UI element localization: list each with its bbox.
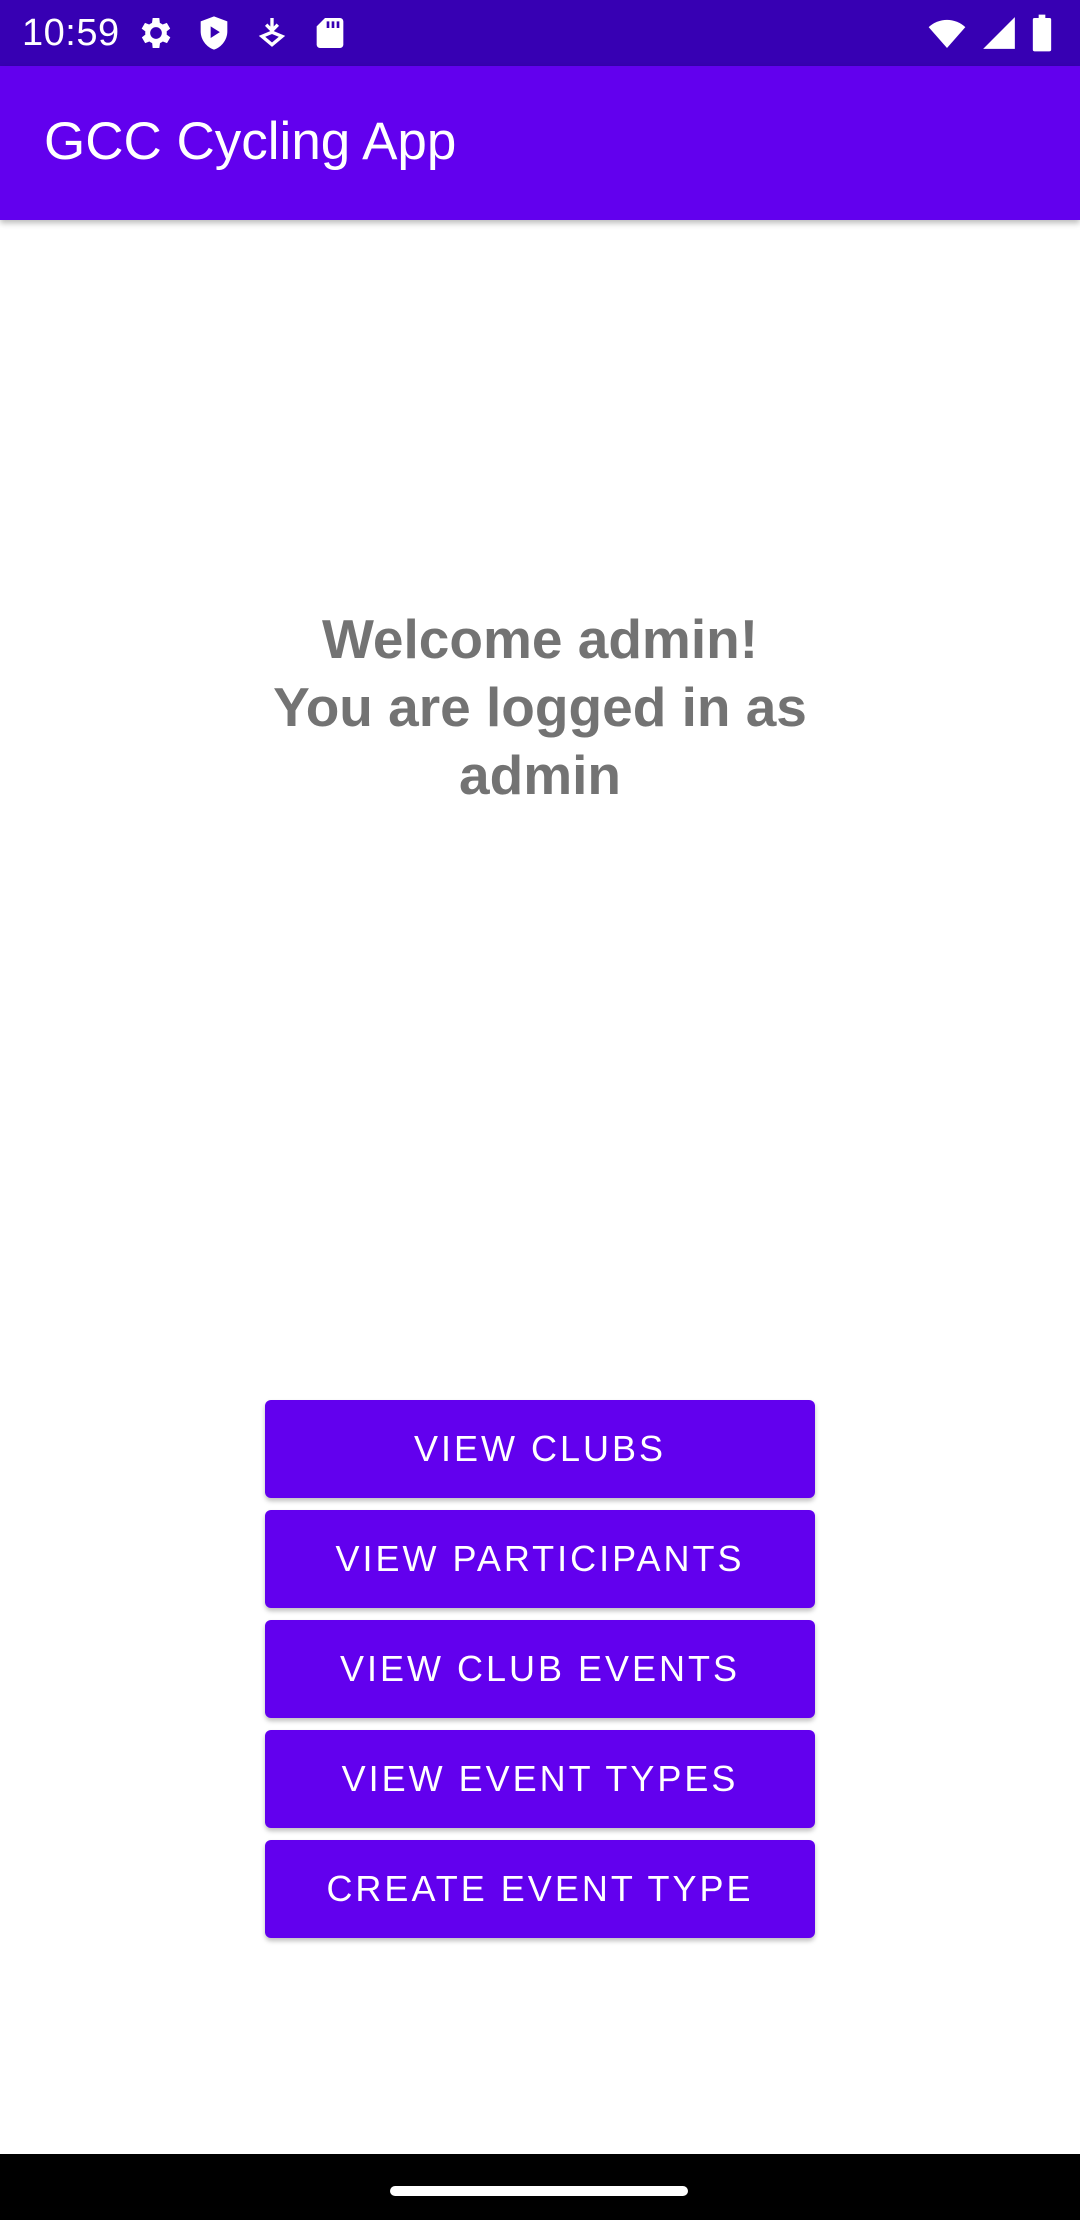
status-icons-right: [926, 13, 1054, 53]
status-bar: 10:59: [0, 0, 1080, 66]
signal-icon: [983, 17, 1015, 49]
status-icons-left: [136, 13, 350, 53]
sd-card-icon: [316, 18, 344, 48]
view-club-events-button[interactable]: VIEW CLUB EVENTS: [265, 1620, 815, 1718]
app-bar: GCC Cycling App: [0, 66, 1080, 220]
download-arrow-icon: [258, 18, 286, 47]
welcome-line-3: admin: [459, 744, 621, 806]
home-gesture-handle[interactable]: [390, 2186, 688, 2196]
welcome-message: Welcome admin! You are logged in as admi…: [0, 605, 1080, 809]
wifi-icon: [928, 19, 966, 48]
status-time: 10:59: [22, 12, 120, 54]
create-event-type-button[interactable]: CREATE EVENT TYPE: [265, 1840, 815, 1938]
welcome-line-2: You are logged in as: [273, 676, 807, 738]
view-participants-button[interactable]: VIEW PARTICIPANTS: [265, 1510, 815, 1608]
action-buttons: VIEW CLUBS VIEW PARTICIPANTS VIEW CLUB E…: [265, 1400, 815, 1950]
battery-icon: [1032, 14, 1052, 52]
navigation-bar: [0, 2154, 1080, 2220]
gear-icon: [141, 18, 171, 48]
shield-play-icon: [200, 16, 228, 50]
welcome-line-1: Welcome admin!: [321, 608, 759, 670]
app-title: GCC Cycling App: [44, 112, 457, 171]
view-event-types-button[interactable]: VIEW EVENT TYPES: [265, 1730, 815, 1828]
view-clubs-button[interactable]: VIEW CLUBS: [265, 1400, 815, 1498]
